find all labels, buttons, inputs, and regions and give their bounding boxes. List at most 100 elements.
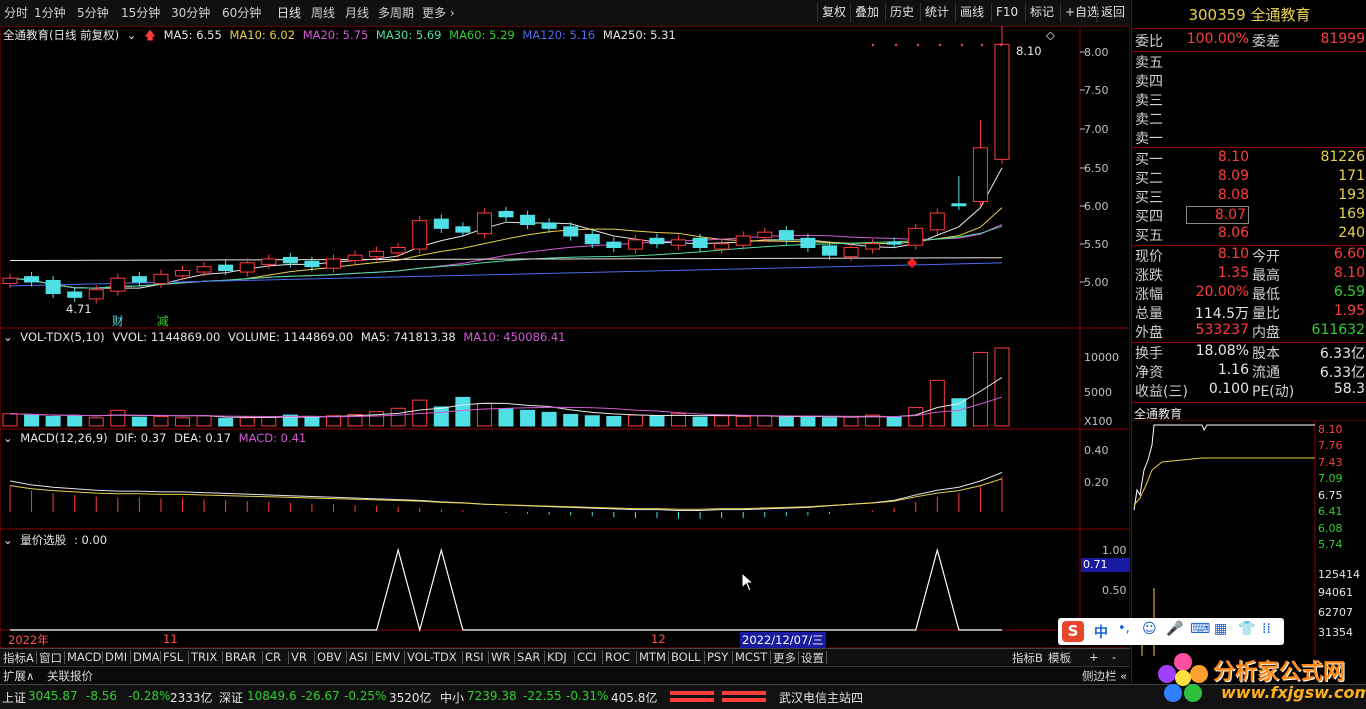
candle[interactable]	[520, 210, 536, 230]
sell-row[interactable]: 卖一	[1132, 128, 1366, 147]
ime-toolbar[interactable]: S 中 •, ☺ 🎤 ⌨ ▦ 👕 ⁞⁞	[1058, 618, 1284, 645]
punctuation-icon[interactable]: •,	[1118, 621, 1130, 636]
period-tab-fenshi[interactable]: 分时	[4, 4, 28, 21]
volume-bar[interactable]	[908, 407, 924, 427]
indicator-tab[interactable]: PSY	[707, 650, 728, 664]
chevron-down-icon[interactable]: ⌄	[3, 533, 13, 547]
indicator-tab[interactable]: VR	[291, 650, 307, 664]
volume-bar[interactable]	[627, 414, 643, 427]
volume-bar[interactable]	[67, 415, 83, 427]
volume-bar[interactable]	[606, 415, 622, 427]
sell-row[interactable]: 卖二	[1132, 109, 1366, 128]
linked-quote-button[interactable]: 关联报价	[47, 668, 93, 684]
volume-bar[interactable]	[972, 351, 988, 427]
period-tab-5min[interactable]: 5分钟	[77, 4, 109, 21]
volume-bar[interactable]	[261, 416, 277, 427]
server-label[interactable]: 武汉电信主站四	[779, 689, 863, 706]
volume-bar[interactable]	[563, 413, 579, 427]
indicator-tab[interactable]: CR	[265, 650, 281, 664]
chevron-down-icon[interactable]: ⌄	[127, 28, 137, 42]
draw-line-button[interactable]: 画线	[955, 3, 988, 22]
volume-bar[interactable]	[498, 408, 514, 427]
indicator-tab[interactable]: SAR	[517, 650, 540, 664]
volume-bar[interactable]	[325, 415, 341, 427]
volume-bar[interactable]	[520, 409, 536, 427]
toolbox-icon[interactable]: ▦	[1214, 621, 1227, 637]
indicator-tab[interactable]: OBV	[317, 650, 341, 664]
volume-bar[interactable]	[800, 415, 816, 427]
indicator-tab[interactable]: BOLL	[671, 650, 701, 664]
candle[interactable]	[110, 273, 126, 296]
sogou-logo-icon[interactable]: S	[1062, 621, 1084, 642]
volume-bar[interactable]	[433, 406, 449, 427]
period-tab-day[interactable]: 日线	[277, 4, 301, 21]
candle[interactable]	[347, 250, 363, 266]
volume-bar[interactable]	[239, 417, 255, 427]
volume-bar[interactable]	[390, 407, 406, 427]
candle[interactable]	[541, 218, 557, 233]
indicator-tab[interactable]: MTM	[639, 650, 666, 664]
sh-index-label[interactable]: 上证	[2, 689, 26, 706]
indicator-right-button[interactable]: -	[1112, 650, 1116, 664]
indicator-tab[interactable]: 指标A	[3, 650, 34, 666]
emoji-icon[interactable]: ☺	[1142, 621, 1157, 637]
volume-bar[interactable]	[929, 379, 945, 427]
sz-index-label[interactable]: 深证	[219, 689, 243, 706]
skin-icon[interactable]: 👕	[1238, 621, 1255, 637]
indicator-tab[interactable]: ASI	[349, 650, 368, 664]
microphone-icon[interactable]: 🎤	[1166, 621, 1183, 637]
period-tab-more[interactable]: 更多 ›	[422, 4, 455, 21]
volume-bar[interactable]	[175, 417, 191, 427]
volume-bar[interactable]	[994, 347, 1010, 427]
buy-row[interactable]: 买一 8.10 81226	[1132, 149, 1366, 168]
candle[interactable]	[606, 237, 622, 253]
buy-row[interactable]: 买五 8.06 240	[1132, 225, 1366, 244]
period-tab-60min[interactable]: 60分钟	[222, 4, 261, 21]
sell-row[interactable]: 卖三	[1132, 90, 1366, 109]
overlay-button[interactable]: 叠加	[850, 3, 883, 22]
indicator-tab[interactable]: DMA	[133, 650, 160, 664]
candle[interactable]	[476, 208, 492, 239]
candle[interactable]	[800, 233, 816, 253]
buy-row[interactable]: 买四 8.07 169	[1132, 206, 1366, 225]
sell-row[interactable]: 卖五	[1132, 52, 1366, 71]
volume-bar[interactable]	[584, 415, 600, 427]
indicator-tab[interactable]: 设置	[801, 650, 824, 666]
candle[interactable]	[649, 233, 665, 249]
mark-button[interactable]: 标记	[1025, 3, 1058, 22]
volume-bar[interactable]	[821, 417, 837, 427]
indicator-tab[interactable]: VOL-TDX	[407, 650, 457, 664]
volume-bar[interactable]	[692, 416, 708, 427]
volume-bar[interactable]	[369, 411, 385, 427]
indicator-tab[interactable]: DMI	[105, 650, 127, 664]
indicator-tab[interactable]: RSI	[465, 650, 484, 664]
volume-bar[interactable]	[735, 415, 751, 427]
volume-bar[interactable]	[196, 415, 212, 427]
candle[interactable]	[671, 235, 687, 250]
candle[interactable]	[951, 176, 967, 210]
candle[interactable]	[865, 239, 881, 254]
candle[interactable]	[325, 254, 341, 273]
indicator-tab[interactable]: MCST	[735, 650, 767, 664]
volume-bar[interactable]	[304, 415, 320, 427]
stats-button[interactable]: 统计	[920, 3, 953, 22]
volume-bar[interactable]	[886, 416, 902, 427]
ime-chinese-mode[interactable]: 中	[1094, 622, 1108, 642]
grid-menu-icon[interactable]: ⁞⁞	[1262, 621, 1271, 637]
indicator-tab[interactable]: TRIX	[191, 650, 217, 664]
indicator-tab[interactable]: CCI	[577, 650, 596, 664]
sell-row[interactable]: 卖四	[1132, 71, 1366, 90]
candle[interactable]	[433, 214, 449, 233]
indicator-tab[interactable]: MACD	[67, 650, 101, 664]
expand-button[interactable]: 扩展∧	[3, 668, 34, 684]
indicator-right-button[interactable]: +	[1089, 650, 1099, 664]
volume-bar[interactable]	[778, 416, 794, 427]
indicator-tab[interactable]: 更多	[773, 650, 796, 666]
volume-bar[interactable]	[455, 396, 471, 427]
candle[interactable]	[972, 120, 988, 207]
candle[interactable]	[45, 275, 61, 299]
volume-bar[interactable]	[714, 415, 730, 427]
candle[interactable]	[498, 206, 514, 222]
indicator-tab[interactable]: BRAR	[225, 650, 256, 664]
fuquan-button[interactable]: 复权	[817, 3, 850, 22]
